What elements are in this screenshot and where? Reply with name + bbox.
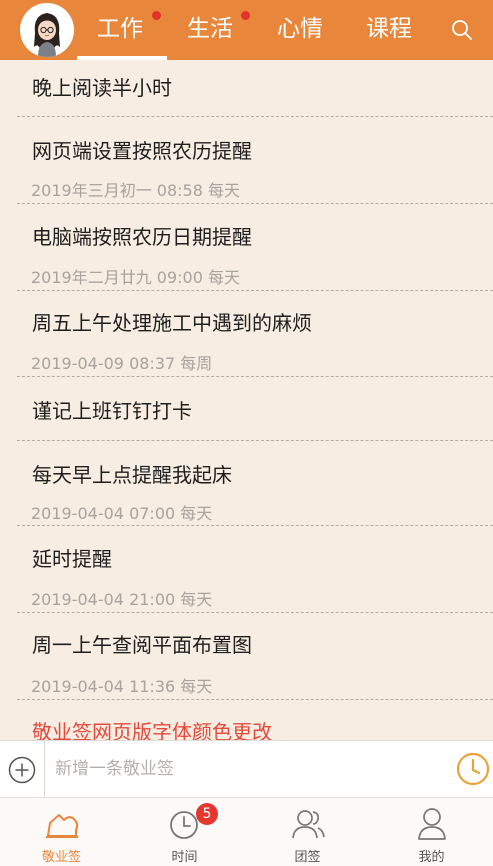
item-title: 谨记上班钉钉打卡 bbox=[32, 399, 192, 423]
item-title: 延时提醒 bbox=[32, 547, 112, 571]
tab-life[interactable]: 生活 bbox=[187, 14, 233, 44]
memo-list: 晚上阅读半小时 网页端设置按照农历提醒 2019年三月初一 08:58 每天 电… bbox=[0, 60, 493, 740]
avatar[interactable] bbox=[20, 3, 74, 57]
list-item[interactable]: 网页端设置按照农历提醒 2019年三月初一 08:58 每天 bbox=[17, 117, 493, 204]
new-memo-bar bbox=[0, 740, 493, 798]
item-reminder-time: 2019-04-04 07:00 每天 bbox=[31, 504, 213, 523]
search-icon[interactable] bbox=[450, 18, 474, 42]
tab-work[interactable]: 工作 bbox=[97, 14, 143, 44]
tab-course[interactable]: 课程 bbox=[366, 14, 412, 44]
list-item[interactable]: 晚上阅读半小时 bbox=[17, 60, 493, 117]
group-icon bbox=[289, 806, 327, 842]
nav-label: 我的 bbox=[418, 850, 445, 865]
header-bar: 工作 生活 心情 课程 bbox=[0, 0, 493, 60]
nav-label: 敬业签 bbox=[41, 850, 81, 865]
list-item[interactable]: 每天早上点提醒我起床 2019-04-04 07:00 每天 bbox=[17, 441, 493, 526]
nav-item-time[interactable]: 5 时间 bbox=[123, 798, 246, 866]
item-title: 每天早上点提醒我起床 bbox=[32, 463, 232, 487]
item-reminder-time: 2019-04-04 21:00 每天 bbox=[31, 590, 213, 609]
avatar-image bbox=[20, 3, 74, 57]
list-item[interactable]: 谨记上班钉钉打卡 bbox=[17, 377, 493, 441]
item-title: 电脑端按照农历日期提醒 bbox=[32, 225, 252, 249]
item-title: 周五上午处理施工中遇到的麻烦 bbox=[32, 311, 312, 335]
nav-label: 团签 bbox=[294, 850, 321, 865]
list-item[interactable]: 电脑端按照农历日期提醒 2019年二月廿九 09:00 每天 bbox=[17, 204, 493, 291]
nav-item-mine[interactable]: 我的 bbox=[370, 798, 493, 866]
cloud-tag-icon bbox=[43, 806, 81, 842]
clock-icon[interactable] bbox=[456, 752, 490, 786]
item-reminder-time: 2019年三月初一 08:58 每天 bbox=[31, 181, 241, 200]
list-item[interactable]: 周五上午处理施工中遇到的麻烦 2019-04-09 08:37 每周 bbox=[17, 291, 493, 377]
item-reminder-time: 2019年二月廿九 09:00 每天 bbox=[31, 268, 241, 287]
nav-label: 时间 bbox=[171, 850, 198, 865]
item-title: 敬业签网页版字体颜色更改 bbox=[32, 720, 272, 740]
item-reminder-time: 2019-04-09 08:37 每周 bbox=[31, 354, 213, 373]
tab-mood[interactable]: 心情 bbox=[277, 14, 323, 44]
nav-item-jingyeqian[interactable]: 敬业签 bbox=[0, 798, 123, 866]
new-memo-input[interactable] bbox=[44, 741, 444, 797]
notification-badge: 5 bbox=[196, 803, 218, 825]
nav-item-team[interactable]: 团签 bbox=[246, 798, 369, 866]
tab-work-unread-dot bbox=[152, 11, 161, 20]
tab-life-unread-dot bbox=[241, 11, 250, 20]
plus-circle-icon[interactable] bbox=[8, 756, 36, 784]
person-icon bbox=[413, 806, 451, 842]
list-item[interactable]: 敬业签网页版字体颜色更改 bbox=[17, 700, 493, 740]
item-title: 周一上午查阅平面布置图 bbox=[32, 633, 252, 657]
bottom-nav: 敬业签 5 时间 团签 我的 bbox=[0, 798, 493, 866]
list-item[interactable]: 周一上午查阅平面布置图 2019-04-04 11:36 每天 bbox=[17, 613, 493, 700]
item-reminder-time: 2019-04-04 11:36 每天 bbox=[31, 677, 213, 696]
item-title: 晚上阅读半小时 bbox=[32, 76, 172, 100]
list-item[interactable]: 延时提醒 2019-04-04 21:00 每天 bbox=[17, 526, 493, 613]
item-title: 网页端设置按照农历提醒 bbox=[32, 139, 252, 163]
